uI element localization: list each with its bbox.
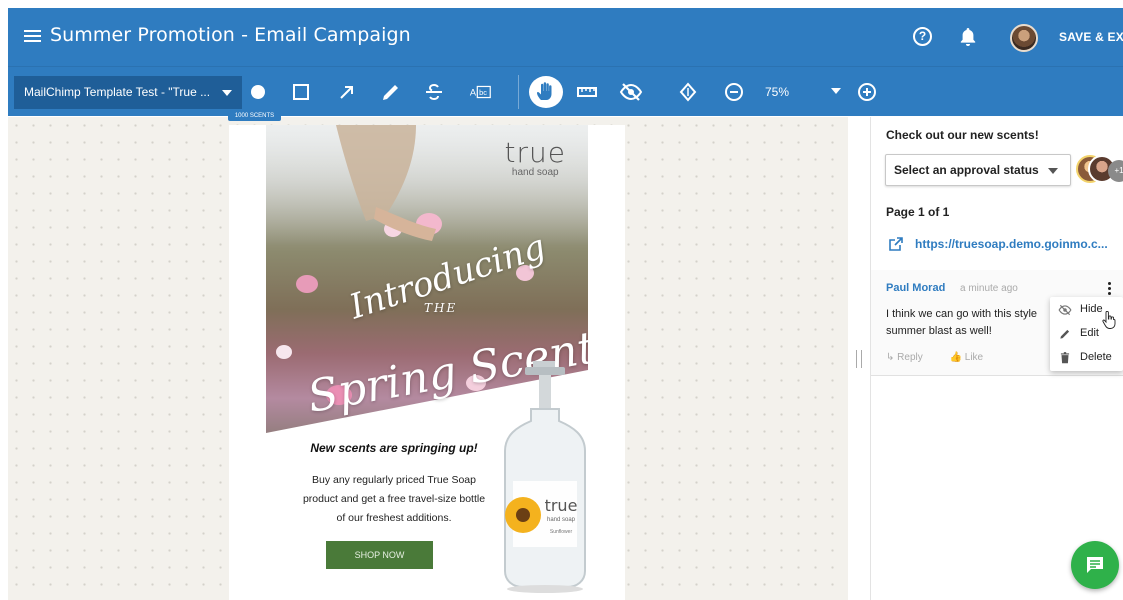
email-body: Buy any regularly priced True Soap produ… xyxy=(302,474,486,524)
email-headline: New scents are springing up! xyxy=(310,441,478,455)
ruler-icon[interactable] xyxy=(575,80,599,104)
zoom-out-icon[interactable] xyxy=(722,80,746,104)
markup-toolbar: MailChimp Template Test - "True ... Abc … xyxy=(8,66,1123,116)
approval-status-dropdown[interactable]: Select an approval status xyxy=(885,154,1071,186)
user-avatar[interactable] xyxy=(1010,24,1038,52)
svg-text:A: A xyxy=(470,88,477,98)
circle-tool-icon[interactable] xyxy=(246,80,270,104)
arrow-tool-icon[interactable] xyxy=(335,80,359,104)
shop-now-button[interactable]: SHOP NOW xyxy=(326,541,433,569)
svg-text:hand soap: hand soap xyxy=(547,517,576,523)
text-replace-tool-icon[interactable]: Abc xyxy=(469,80,495,104)
rectangle-tool-icon[interactable] xyxy=(289,80,313,104)
panel-heading: Check out our new scents! xyxy=(886,128,1039,142)
save-exit-button[interactable]: SAVE & EXIT xyxy=(1059,30,1123,44)
like-button[interactable]: 👍 Like xyxy=(950,352,996,363)
hide-markup-icon[interactable] xyxy=(619,80,643,104)
app-header: Summer Promotion - Email Campaign ? SAVE… xyxy=(8,8,1123,66)
review-canvas[interactable]: true hand soap Introducing THE Spring Sc… xyxy=(8,117,848,600)
notification-bell-icon[interactable] xyxy=(959,27,977,47)
chevron-down-icon xyxy=(222,90,232,96)
chat-fab-button[interactable] xyxy=(1071,541,1119,589)
more-reviewers-badge[interactable]: +1 xyxy=(1108,160,1123,182)
page-info: Page 1 of 1 xyxy=(886,205,950,219)
svg-text:bc: bc xyxy=(479,88,487,97)
comment-text: I think we can go with this style summer… xyxy=(886,308,1038,337)
trash-icon xyxy=(1060,352,1070,364)
template-selector[interactable]: MailChimp Template Test - "True ... xyxy=(14,76,242,109)
pan-hand-icon[interactable] xyxy=(534,80,558,104)
hamburger-menu-icon[interactable] xyxy=(22,25,44,47)
zoom-in-icon[interactable] xyxy=(855,80,879,104)
delete-menu-item[interactable]: Delete xyxy=(1050,346,1123,370)
comment-timestamp: a minute ago xyxy=(960,283,1018,294)
brand-logo: true hand soap xyxy=(504,136,566,179)
chevron-down-icon xyxy=(1048,168,1058,174)
help-icon[interactable]: ? xyxy=(913,27,932,46)
canvas-page-label: 1000 SCENTS xyxy=(228,112,281,121)
strikethrough-tool-icon[interactable] xyxy=(422,80,446,104)
comment-author[interactable]: Paul Morad xyxy=(886,282,945,294)
hero-script-the: THE xyxy=(424,301,458,315)
reply-button[interactable]: ↳ Reply xyxy=(886,352,935,363)
pencil-tool-icon[interactable] xyxy=(379,80,403,104)
svg-text:Sunflower: Sunflower xyxy=(550,529,573,535)
preview-link-text: https://truesoap.demo.goinmo.c... xyxy=(915,237,1108,251)
comment-actions: ↳ Reply 👍 Like xyxy=(886,352,1007,363)
pencil-icon xyxy=(1060,329,1070,339)
svg-text:true: true xyxy=(545,496,578,515)
eye-off-icon xyxy=(1058,304,1072,316)
rotate-icon[interactable] xyxy=(676,80,700,104)
soap-bottle-image: true hand soap Sunflower xyxy=(504,361,586,593)
hand-cursor-icon xyxy=(1102,311,1116,329)
panel-resize-handle[interactable] xyxy=(856,350,862,368)
page-title: Summer Promotion - Email Campaign xyxy=(50,24,411,46)
template-selector-label: MailChimp Template Test - "True ... xyxy=(24,85,211,99)
external-link-icon xyxy=(889,237,903,251)
toolbar-separator xyxy=(518,75,519,109)
more-options-icon[interactable] xyxy=(1105,282,1113,296)
zoom-dropdown-chevron-icon[interactable] xyxy=(831,88,841,94)
chat-icon xyxy=(1087,557,1103,573)
email-preview: true hand soap Introducing THE Spring Sc… xyxy=(229,125,625,600)
zoom-level[interactable]: 75% xyxy=(765,85,789,99)
comment-context-menu: Hide Edit Delete xyxy=(1050,297,1123,371)
